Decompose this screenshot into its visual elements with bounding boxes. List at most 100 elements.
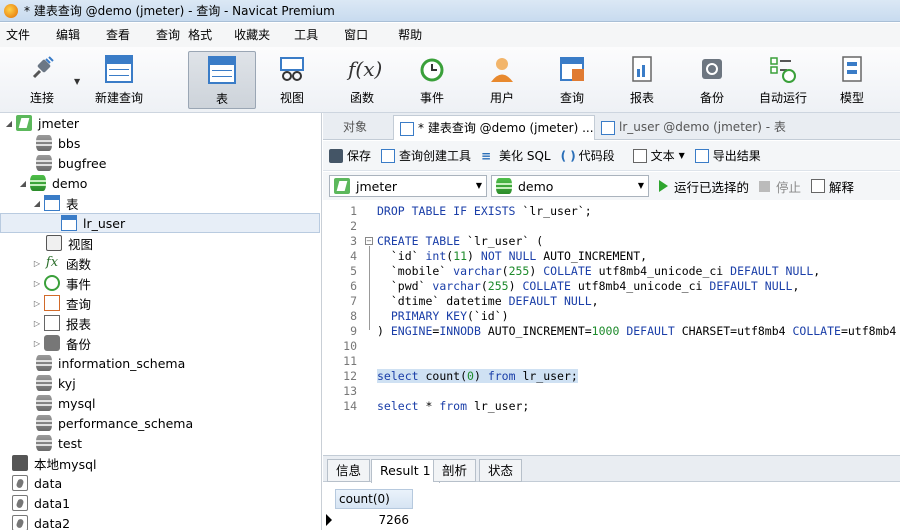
tree-events[interactable]: ▷ 事件 [0,273,320,293]
tab-profile[interactable]: 剖析 [433,459,477,482]
tree-connection-data[interactable]: data [0,473,320,493]
autorun-label: 自动运行 [758,91,807,105]
expanded-arrow-icon[interactable]: ◢ [18,179,28,188]
collapsed-arrow-icon[interactable]: ▷ [32,339,42,348]
explain-button[interactable]: 解释 [811,177,854,196]
tree-label: performance_schema [58,415,194,431]
tree-label: 事件 [66,276,92,292]
report-label: 报表 [629,91,654,105]
beautify-sql-button[interactable]: ≡ 美化 SQL [481,147,551,164]
new-query-button[interactable]: 新建查询 [88,51,150,109]
tree-functions[interactable]: ▷ fx 函数 [0,253,320,273]
tree-db-mysql[interactable]: mysql [0,393,320,413]
tree-label: mysql [58,395,96,411]
snippet-button[interactable]: ( ) 代码段 [561,147,615,164]
database-select[interactable]: demo ▼ [491,175,649,197]
query-button[interactable]: 查询 [542,51,602,109]
menu-tools[interactable]: 工具 [278,23,326,47]
line-number: 6 [350,279,357,293]
tree-db-test[interactable]: test [0,433,320,453]
text-label: 文本 [650,149,675,163]
function-button[interactable]: f(x) 函数 [332,51,392,109]
expanded-arrow-icon[interactable]: ◢ [32,199,42,208]
tree-connection-data1[interactable]: data1 [0,493,320,513]
tree-reports[interactable]: ▷ 报表 [0,313,320,333]
tree-backups[interactable]: ▷ 备份 [0,333,320,353]
title-bar: * 建表查询 @demo (jmeter) - 查询 - Navicat Pre… [0,0,900,22]
tab-result-1[interactable]: Result 1 [371,459,440,483]
sql-editor[interactable]: 1 2 3 4 5 6 7 8 9 10 11 12 13 14 − DROP … [323,200,900,455]
menu-edit[interactable]: 编辑 [38,23,88,47]
tab-create-table-query[interactable]: * 建表查询 @demo (jmeter) ... [393,115,595,140]
view-button[interactable]: 视图 [262,51,322,109]
user-button[interactable]: 用户 [472,51,532,109]
tree-table-lr-user[interactable]: lr_user [0,213,320,233]
fold-guide [369,246,370,330]
tree-tables[interactable]: ◢ 表 [0,193,320,213]
table-button[interactable]: 表 [188,51,256,109]
main-toolbar: 连接 ▼ 新建查询 表 视图 f(x) 函数 事件 用户 查询 报表 备份 自动… [0,47,900,113]
event-button[interactable]: 事件 [402,51,462,109]
autorun-button[interactable]: 自动运行 [752,51,814,109]
menu-window[interactable]: 窗口 [326,23,376,47]
tab-info[interactable]: 信息 [327,459,371,482]
clock-icon [418,55,446,83]
tree-db-performance-schema[interactable]: performance_schema [0,413,320,433]
chevron-down-icon[interactable]: ▼ [74,77,80,86]
result-grid: count(0) 7266 [323,483,900,530]
menu-query[interactable]: 查询 [138,23,188,47]
tree-db-bugfree[interactable]: bugfree [0,153,320,173]
tree-label: bugfree [58,155,107,171]
code-line-selected: select count(0) from lr_user; [377,369,578,383]
save-button[interactable]: 保存 [329,147,371,164]
report-icon [44,315,60,331]
table-icon [208,56,236,84]
model-button[interactable]: 模型 [822,51,882,109]
collapsed-arrow-icon[interactable]: ▷ [32,319,42,328]
result-cell[interactable]: 7266 [335,510,413,530]
connection-icon [12,455,28,471]
tree-label: lr_user [83,215,126,231]
menu-view[interactable]: 查看 [88,23,138,47]
view-icon [46,235,62,251]
export-result-button[interactable]: 导出结果 [694,147,761,164]
line-number: 14 [343,399,357,413]
tab-label: * 建表查询 @demo (jmeter) ... [418,121,594,135]
tree-db-bbs[interactable]: bbs [0,133,320,153]
tab-lr-user-table[interactable]: lr_user @demo (jmeter) - 表 [595,115,793,140]
collapsed-arrow-icon[interactable]: ▷ [32,279,42,288]
collapsed-arrow-icon[interactable]: ▷ [32,259,42,268]
tab-objects[interactable]: 对象 [337,115,373,140]
mysql-connection-icon [334,178,350,194]
menu-format[interactable]: 格式 [188,23,220,47]
sqlite-file-icon [12,475,28,491]
run-selected-button[interactable]: 运行已选择的 [659,177,749,196]
fold-collapse-icon[interactable]: − [365,237,373,245]
tree-connection-local-mysql[interactable]: 本地mysql [0,453,320,473]
report-button[interactable]: 报表 [612,51,672,109]
tree-connection-jmeter[interactable]: ◢ jmeter [0,113,320,133]
table-icon [44,195,60,211]
tree-db-kyj[interactable]: kyj [0,373,320,393]
tree-connection-data2[interactable]: data2 [0,513,320,530]
tree-views[interactable]: 视图 [0,233,320,253]
query-builder-button[interactable]: 查询创建工具 [381,147,471,164]
result-tabs: 信息 Result 1 剖析 状态 [323,455,900,483]
tree-db-information-schema[interactable]: information_schema [0,353,320,373]
connect-button[interactable]: 连接 [12,51,72,109]
menu-help[interactable]: 帮助 [376,23,430,47]
text-button[interactable]: 文本 ▼ [632,147,685,164]
backup-button[interactable]: 备份 [682,51,742,109]
stop-button[interactable]: 停止 [759,177,801,196]
tab-status[interactable]: 状态 [479,459,523,482]
column-header[interactable]: count(0) [335,489,413,509]
database-icon [30,175,46,191]
tree-queries[interactable]: ▷ 查询 [0,293,320,313]
menu-favorites[interactable]: 收藏夹 [220,23,278,47]
connection-select[interactable]: jmeter ▼ [329,175,487,197]
collapsed-arrow-icon[interactable]: ▷ [32,299,42,308]
tree-db-demo[interactable]: ◢ demo [0,173,320,193]
backup-icon [44,335,60,351]
expanded-arrow-icon[interactable]: ◢ [4,119,14,128]
menu-file[interactable]: 文件 [0,23,38,47]
